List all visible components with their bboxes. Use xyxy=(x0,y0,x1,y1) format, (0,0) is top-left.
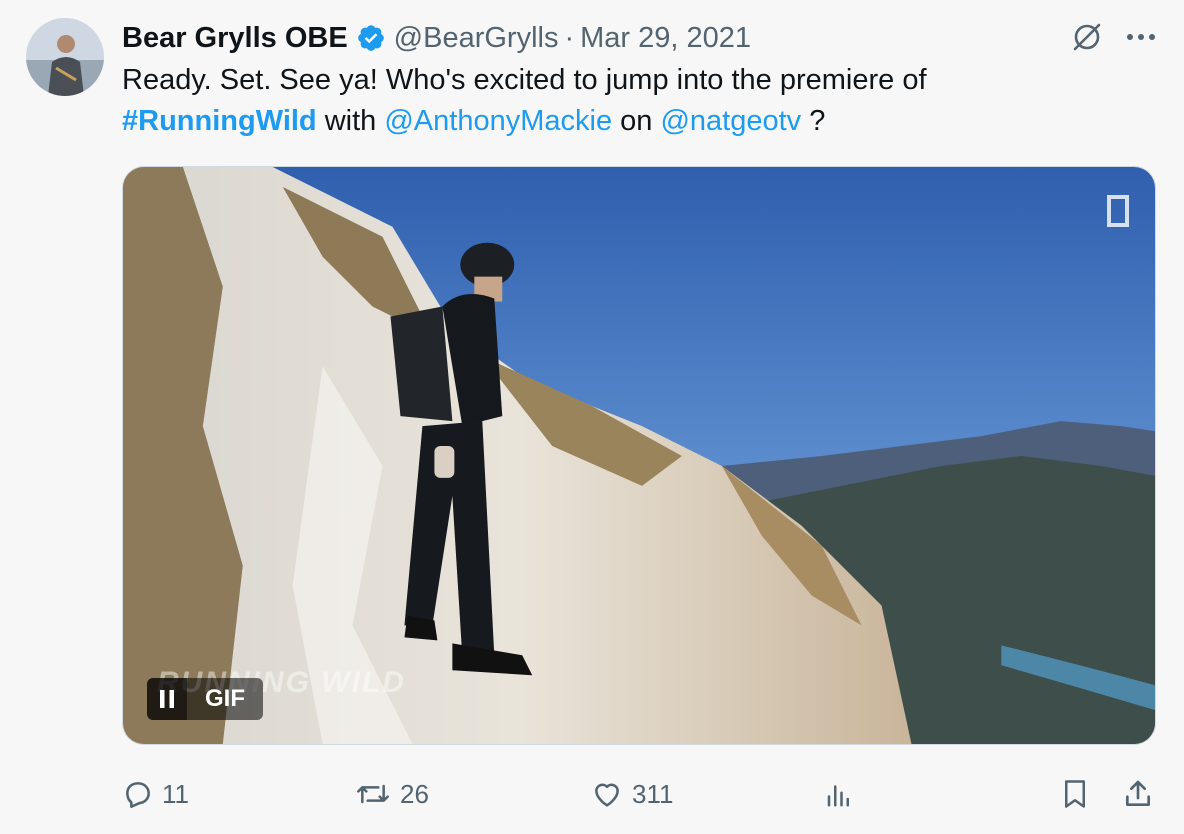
avatar[interactable] xyxy=(26,18,104,96)
reply-count: 11 xyxy=(162,778,189,809)
separator-dot: · xyxy=(564,21,575,54)
tweet-header: Bear Grylls OBE @BearGrylls · Mar 29, 20… xyxy=(122,18,751,58)
bookmark-button[interactable] xyxy=(1060,772,1090,816)
verified-badge-icon[interactable] xyxy=(356,23,386,53)
repost-icon xyxy=(357,784,389,804)
gif-badge: GIF xyxy=(187,678,263,720)
repost-count: 26 xyxy=(400,778,429,809)
tweet-text-with: with xyxy=(324,105,377,137)
reply-button[interactable]: 11 xyxy=(122,772,189,816)
mention-link-anthonymackie[interactable]: @AnthonyMackie xyxy=(384,105,612,137)
gif-controls: GIF xyxy=(147,678,263,720)
share-button[interactable] xyxy=(1122,772,1154,816)
action-bar: 11 26 311 xyxy=(122,772,1156,816)
repost-button[interactable]: 26 xyxy=(354,772,429,816)
avatar-image xyxy=(26,18,104,96)
top-actions xyxy=(1070,20,1156,54)
reply-icon xyxy=(126,782,150,808)
display-name[interactable]: Bear Grylls OBE xyxy=(122,22,348,55)
hashtag-link[interactable]: #RunningWild xyxy=(122,105,317,137)
pause-icon xyxy=(160,690,174,708)
pause-button[interactable] xyxy=(147,678,187,720)
like-count: 311 xyxy=(632,778,674,809)
tweet-text-part1: Ready. Set. See ya! Who's excited to jum… xyxy=(122,64,927,96)
tweet-text-end: ? xyxy=(809,105,826,137)
tweet-date[interactable]: Mar 29, 2021 xyxy=(580,22,751,55)
views-button[interactable] xyxy=(824,772,854,816)
tweet-text: Ready. Set. See ya! Who's excited to jum… xyxy=(122,60,1132,142)
bookmark-icon xyxy=(1065,780,1085,808)
gif-frame xyxy=(123,167,1155,744)
natgeo-watermark-icon xyxy=(1107,195,1129,227)
analytics-icon xyxy=(827,785,849,807)
grok-icon[interactable] xyxy=(1070,20,1104,54)
share-icon xyxy=(1126,780,1150,806)
tweet-text-on: on xyxy=(620,105,653,137)
like-button[interactable]: 311 xyxy=(590,772,673,816)
media-gif[interactable]: RUNNING WILD GIF xyxy=(122,166,1156,745)
heart-icon xyxy=(595,783,619,807)
author-handle[interactable]: @BearGrylls xyxy=(394,22,559,55)
mention-link-natgeotv[interactable]: @natgeotv xyxy=(660,105,801,137)
more-icon[interactable] xyxy=(1126,32,1156,42)
